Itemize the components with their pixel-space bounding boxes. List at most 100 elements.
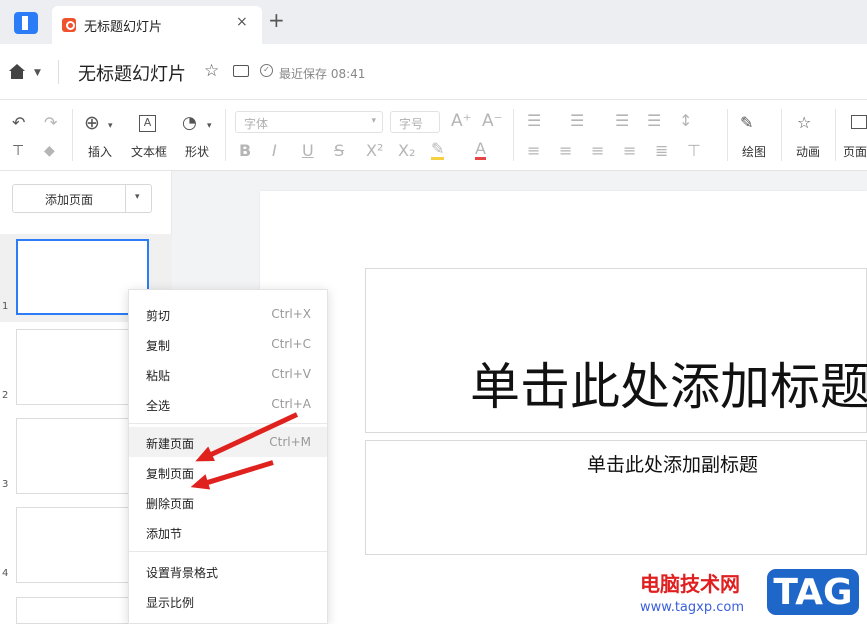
align-center-icon[interactable]: ≡ [559, 143, 572, 159]
subscript-icon[interactable]: X₂ [398, 143, 415, 159]
star-icon[interactable]: ☆ [204, 61, 219, 81]
move-to-icon[interactable] [233, 65, 249, 77]
menu-item-label: 复制 [146, 339, 171, 353]
insert-icon[interactable]: ⊕ [84, 114, 100, 133]
menu-item-label: 添加节 [146, 527, 183, 541]
strikethrough-icon[interactable]: S [334, 143, 344, 159]
highlight-icon[interactable]: ✎ [431, 141, 445, 160]
font-color-icon[interactable]: A [475, 141, 486, 160]
document-tab[interactable]: 无标题幻灯片 × [52, 6, 262, 44]
toolbar-divider [835, 109, 836, 161]
menu-item-duplicate-page[interactable]: 复制页面 [129, 457, 327, 487]
menu-item-label: 粘贴 [146, 369, 171, 383]
new-tab-icon[interactable]: + [268, 10, 285, 30]
menu-item-add-section[interactable]: 添加节 [129, 517, 327, 547]
page-icon[interactable] [851, 115, 867, 129]
menu-item-label: 设置背景格式 [146, 566, 219, 580]
line-spacing-icon[interactable]: ↕ [679, 113, 692, 129]
close-tab-icon[interactable]: × [236, 14, 248, 30]
increase-font-icon[interactable]: A⁺ [451, 113, 472, 130]
shape-icon[interactable]: ◔ [182, 115, 197, 132]
numbered-list-icon[interactable]: ☰ [570, 113, 584, 129]
distribute-icon[interactable]: ≣ [655, 143, 668, 159]
menu-item-new-page[interactable]: 新建页面 Ctrl+M [129, 427, 327, 457]
animation-icon[interactable]: ☆ [797, 115, 811, 131]
watermark-url: www.tagxp.com [640, 600, 744, 615]
title-placeholder[interactable]: 单击此处添加标题 [365, 268, 867, 433]
subtitle-placeholder-text: 单击此处添加副标题 [587, 454, 759, 476]
decrease-indent-icon[interactable]: ☰ [615, 113, 629, 129]
menu-item-cut[interactable]: 剪切 Ctrl+X [129, 299, 327, 329]
undo-icon[interactable]: ↶ [12, 115, 25, 131]
menu-item-label: 删除页面 [146, 497, 195, 511]
draw-icon[interactable]: ✎ [740, 115, 753, 131]
decrease-font-icon[interactable]: A⁻ [482, 113, 503, 130]
toolbar-divider [781, 109, 782, 161]
slides-file-icon [62, 18, 76, 32]
menu-item-copy[interactable]: 复制 Ctrl+C [129, 329, 327, 359]
menu-item-shortcut: Ctrl+M [269, 435, 311, 449]
font-family-select[interactable]: 字体 ▾ [235, 111, 383, 133]
menu-item-label: 复制页面 [146, 467, 195, 481]
underline-icon[interactable]: U [302, 143, 314, 159]
slide-number: 2 [2, 390, 9, 401]
textbox-icon[interactable]: A [139, 115, 156, 132]
redo-icon[interactable]: ↷ [44, 115, 57, 131]
watermark-badge: TAG [764, 566, 862, 618]
save-status: 最近保存 08:41 [279, 67, 366, 81]
watermark-badge-text: TAG [773, 572, 853, 613]
document-title[interactable]: 无标题幻灯片 [78, 60, 186, 86]
slide-number: 1 [2, 301, 9, 312]
menu-separator [129, 551, 327, 552]
increase-indent-icon[interactable]: ☰ [647, 113, 661, 129]
menu-item-paste[interactable]: 粘贴 Ctrl+V [129, 359, 327, 389]
menu-separator [129, 423, 327, 424]
justify-icon[interactable]: ≡ [623, 143, 636, 159]
menu-item-label: 全选 [146, 399, 171, 413]
font-size-value: 字号 [399, 117, 424, 131]
menu-item-zoom[interactable]: 显示比例 [129, 586, 327, 616]
add-page-label: 添加页面 [44, 193, 93, 207]
menu-item-delete-page[interactable]: 删除页面 [129, 487, 327, 517]
menu-item-shortcut: Ctrl+C [271, 337, 311, 351]
font-size-select[interactable]: 字号 [390, 111, 440, 133]
watermark-site-name: 电脑技术网 [640, 572, 740, 596]
bullet-list-icon[interactable]: ☰ [527, 113, 541, 129]
context-menu: 剪切 Ctrl+X 复制 Ctrl+C 粘贴 Ctrl+V 全选 Ctrl+A 新建页面… [128, 289, 328, 624]
shape-dropdown-icon[interactable]: ▾ [207, 121, 212, 131]
home-icon[interactable] [9, 64, 25, 79]
align-left-icon[interactable]: ≡ [527, 143, 540, 159]
draw-button[interactable]: 绘图 [742, 143, 766, 160]
menu-item-background-format[interactable]: 设置背景格式 [129, 556, 327, 586]
font-family-value: 字体 [244, 117, 269, 131]
subtitle-placeholder[interactable]: 单击此处添加副标题 [365, 440, 867, 555]
insert-dropdown-icon[interactable]: ▾ [108, 121, 113, 131]
ribbon-toolbar: ↶ ↷ ⊤ ◆ ⊕ ▾ 插入 A 文本框 ◔ ▾ 形状 字体 ▾ 字号 A⁺ A⁻… [0, 101, 867, 171]
home-dropdown-icon[interactable]: ▼ [34, 68, 41, 78]
document-header: ▼ 无标题幻灯片 ☆ ✓ 最近保存 08:41 [0, 44, 867, 100]
format-painter-icon[interactable]: ⊤ [12, 143, 24, 159]
toolbar-divider [513, 109, 514, 161]
menu-item-label: 新建页面 [146, 437, 195, 451]
add-page-button[interactable]: 添加页面 ▾ [12, 184, 152, 213]
clear-format-icon[interactable]: ◆ [44, 143, 55, 159]
chevron-down-icon: ▾ [371, 116, 376, 126]
app-logo-icon[interactable] [14, 12, 38, 34]
add-page-divider [125, 185, 126, 212]
shape-button[interactable]: 形状 [185, 143, 209, 160]
add-page-dropdown-icon[interactable]: ▾ [135, 192, 140, 202]
align-right-icon[interactable]: ≡ [591, 143, 604, 159]
italic-icon[interactable]: I [272, 143, 277, 159]
menu-item-label: 显示比例 [146, 596, 195, 610]
superscript-icon[interactable]: X² [366, 143, 383, 159]
bold-icon[interactable]: B [239, 143, 251, 159]
tab-title: 无标题幻灯片 [84, 20, 163, 35]
slide-number: 3 [2, 479, 9, 490]
page-button[interactable]: 页面 [843, 143, 867, 160]
textbox-button[interactable]: 文本框 [131, 143, 167, 160]
toolbar-divider [72, 109, 73, 161]
title-placeholder-text: 单击此处添加标题 [470, 358, 867, 416]
vertical-align-icon[interactable]: ⊤ [687, 143, 701, 159]
animation-button[interactable]: 动画 [796, 143, 820, 160]
insert-button[interactable]: 插入 [88, 143, 112, 160]
